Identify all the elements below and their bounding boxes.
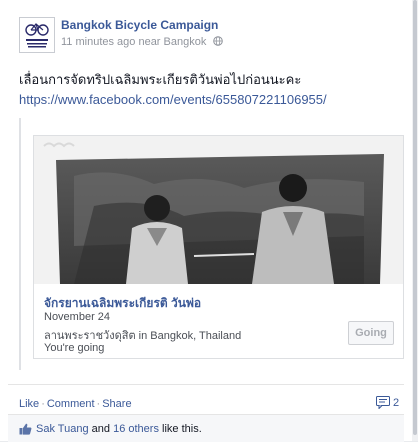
comment-icon — [376, 396, 390, 410]
liker-name-link[interactable]: Sak Tuang — [36, 423, 89, 435]
likes-suffix: like this. — [162, 423, 202, 435]
bicycle-logo-icon — [20, 18, 54, 52]
post-actions: Like · Comment · Share — [19, 398, 132, 410]
page-name-link[interactable]: Bangkok Bicycle Campaign — [61, 18, 218, 32]
divider — [8, 384, 404, 385]
comment-link[interactable]: Comment — [47, 398, 95, 410]
going-button[interactable]: Going — [348, 321, 394, 345]
likes-summary: Sak Tuang and 16 others like this. — [8, 414, 404, 442]
separator: · — [96, 398, 101, 410]
rsvp-status: You're going — [44, 342, 105, 354]
event-link[interactable]: https://www.facebook.com/events/65580722… — [19, 91, 327, 109]
post-status-text: เลื่อนการจัดทริปเฉลิมพระเกียรติวันพ่อไปก… — [19, 72, 302, 87]
share-link[interactable]: Share — [102, 398, 131, 410]
event-photo[interactable] — [34, 136, 403, 284]
others-link[interactable]: 16 others — [113, 423, 159, 435]
comment-count[interactable]: 2 — [376, 396, 400, 410]
globe-icon[interactable] — [213, 36, 224, 46]
scrollbar-thumb[interactable] — [413, 0, 417, 435]
comment-count-label: 2 — [393, 397, 400, 409]
scrollbar[interactable] — [412, 0, 418, 441]
event-date: November 24 — [44, 311, 111, 323]
post-meta: 11 minutes ago near Bangkok — [61, 36, 224, 48]
thumbs-up-icon — [19, 423, 32, 435]
post-timestamp[interactable]: 11 minutes ago near Bangkok — [61, 36, 206, 48]
like-link[interactable]: Like — [19, 398, 39, 410]
event-card[interactable]: จักรยานเฉลิมพระเกียรติ วันพ่อ November 2… — [33, 135, 404, 359]
quote-bar — [19, 118, 21, 370]
likes-text: Sak Tuang and 16 others like this. — [19, 423, 202, 435]
likes-and: and — [91, 423, 111, 435]
page-avatar[interactable] — [19, 17, 55, 53]
separator: · — [41, 398, 45, 410]
feed-post: Bangkok Bicycle Campaign 11 minutes ago … — [0, 0, 413, 442]
vintage-photo-image — [34, 136, 403, 284]
